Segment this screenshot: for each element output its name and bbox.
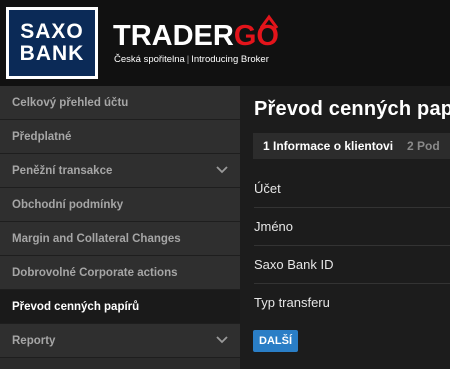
tradergo-trader-text: TRADER bbox=[113, 20, 234, 52]
chevron-down-icon[interactable] bbox=[216, 165, 228, 175]
sidebar-item-label: Převod cenných papírů bbox=[12, 300, 140, 313]
chevron-down-icon[interactable] bbox=[216, 335, 228, 345]
saxo-logo-line1: SAXO bbox=[20, 20, 84, 43]
sidebar-item-reports[interactable]: Reporty bbox=[0, 324, 240, 358]
tradergo-logo[interactable]: TRADERGO Česká spořitelna | Introducing Br… bbox=[113, 14, 303, 74]
tradergo-sub-separator: | bbox=[186, 54, 190, 65]
sidebar-item-label: Margin and Collateral Changes bbox=[12, 232, 181, 245]
wizard-steps: 1 Informace o klientovi 2 Pod bbox=[253, 133, 450, 159]
tradergo-sub-right: Introducing Broker bbox=[191, 54, 269, 65]
step-2[interactable]: 2 Pod bbox=[393, 139, 440, 153]
saxo-bank-logo-mark: SAXO BANK bbox=[9, 10, 95, 76]
sidebar-item-margin-collateral[interactable]: Margin and Collateral Changes bbox=[0, 222, 240, 256]
sidebar-item-subscriptions[interactable]: Předplatné bbox=[0, 120, 240, 154]
sidebar-item-label: Dobrovolné Corporate actions bbox=[12, 266, 178, 279]
field-row-account: Účet bbox=[254, 169, 450, 208]
tradergo-wordmark: TRADERGO bbox=[113, 20, 279, 52]
sidebar-item-label: Reporty bbox=[12, 334, 56, 347]
sidebar-item-cash-transactions[interactable]: Peněžní transakce bbox=[0, 154, 240, 188]
main-content: Převod cenných papí 1 Informace o klient… bbox=[240, 86, 450, 369]
field-row-name: Jméno bbox=[254, 207, 450, 246]
saxo-logo-line2: BANK bbox=[19, 42, 85, 65]
field-label-account: Účet bbox=[254, 180, 281, 196]
tradergo-subtitle: Česká spořitelna | Introducing Broker bbox=[114, 54, 269, 65]
sidebar-item-voluntary-corporate-actions[interactable]: Dobrovolné Corporate actions bbox=[0, 256, 240, 290]
field-row-transfer-type: Typ transferu bbox=[254, 283, 450, 321]
tradergo-sub-left: Česká spořitelna bbox=[114, 54, 185, 65]
go-arrow-icon bbox=[259, 14, 279, 29]
sidebar-item-trading-conditions[interactable]: Obchodní podmínky bbox=[0, 188, 240, 222]
sidebar-nav: Celkový přehled účtu Předplatné Peněžní … bbox=[0, 86, 240, 369]
saxo-bank-logo[interactable]: SAXO BANK bbox=[6, 7, 98, 79]
sidebar-item-label: Celkový přehled účtu bbox=[12, 96, 129, 109]
field-row-saxo-bank-id: Saxo Bank ID bbox=[254, 245, 450, 284]
next-button[interactable]: DALŠÍ bbox=[253, 330, 298, 352]
step-client-info[interactable]: 1 Informace o klientovi bbox=[253, 139, 393, 153]
sidebar-item-label: Předplatné bbox=[12, 130, 72, 143]
sidebar-item-label: Peněžní transakce bbox=[12, 164, 113, 177]
app-header: SAXO BANK TRADERGO Česká spořitelna | Intr… bbox=[0, 0, 450, 86]
field-label-saxo-bank-id: Saxo Bank ID bbox=[254, 256, 334, 272]
page-title: Převod cenných papí bbox=[254, 98, 450, 120]
field-label-name: Jméno bbox=[254, 218, 294, 234]
sidebar-item-account-overview[interactable]: Celkový přehled účtu bbox=[0, 86, 240, 120]
sidebar-item-label: Obchodní podmínky bbox=[12, 198, 124, 211]
field-label-transfer-type: Typ transferu bbox=[254, 294, 330, 310]
sidebar-item-securities-transfer[interactable]: Převod cenných papírů bbox=[0, 290, 240, 324]
